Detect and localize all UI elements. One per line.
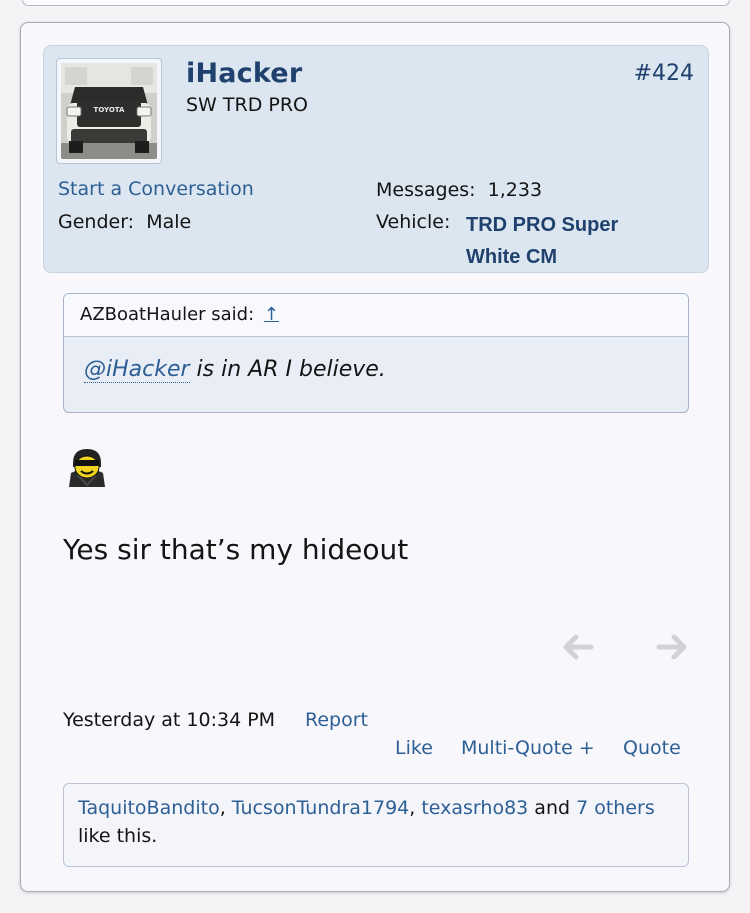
quote-jump-link[interactable]: ↑ (264, 304, 279, 325)
avatar[interactable]: TOYOTA (61, 63, 157, 159)
quote-attribution: AZBoatHauler said: ↑ (64, 294, 688, 337)
post-card: TOYOTA iHacker SW TRD PRO #424 Start a C… (20, 22, 730, 892)
gender-label: Gender: (58, 211, 135, 233)
ninja-sunglasses-smiley-icon (69, 449, 105, 487)
post-body-text: Yes sir that’s my hideout (63, 533, 409, 566)
likes-others-link[interactable]: 7 others (576, 797, 655, 819)
quoted-message: AZBoatHauler said: ↑ @iHacker is in AR I… (63, 293, 689, 413)
avatar-brand-text: TOYOTA (94, 106, 125, 114)
likes-separator: , (219, 797, 232, 819)
messages-count: 1,233 (487, 179, 543, 201)
likes-separator: , (409, 797, 422, 819)
post-author-username[interactable]: iHacker (186, 58, 302, 89)
multi-quote-button[interactable]: Multi-Quote + (461, 737, 595, 759)
gender-value: Male (146, 211, 192, 233)
vehicle-value: TRD PRO Super White CM (466, 214, 619, 268)
author-gender: Gender: Male (58, 211, 191, 233)
vehicle-label: Vehicle: (376, 211, 451, 233)
post-date[interactable]: Yesterday at 10:34 PM (63, 709, 275, 731)
quote-button[interactable]: Quote (623, 737, 681, 759)
quote-text: @iHacker is in AR I believe. (64, 337, 688, 383)
avatar-truck-photo: TOYOTA (61, 63, 157, 159)
quote-text-content: is in AR I believe. (189, 357, 386, 382)
like-button[interactable]: Like (395, 737, 433, 759)
likes-summary: TaquitoBandito, TucsonTundra1794, texasr… (63, 783, 689, 867)
previous-post-card-edge (22, 0, 730, 6)
post-author-title: SW TRD PRO (186, 94, 308, 116)
quote-author-said: AZBoatHauler said: (80, 304, 255, 325)
likes-suffix: like this. (78, 825, 158, 847)
liker-link[interactable]: texasrho83 (421, 797, 528, 819)
author-messages: Messages: 1,233 (376, 179, 542, 201)
start-conversation-link[interactable]: Start a Conversation (58, 178, 254, 200)
likes-and-text: and (528, 797, 577, 819)
user-mention-link[interactable]: @iHacker (84, 357, 190, 383)
post-number-link[interactable]: #424 (634, 61, 694, 86)
previous-arrow-icon[interactable] (561, 630, 595, 664)
messages-label: Messages: (376, 179, 476, 201)
next-arrow-icon[interactable] (655, 630, 689, 664)
report-link[interactable]: Report (305, 709, 368, 731)
liker-link[interactable]: TaquitoBandito (78, 797, 220, 819)
post-author-block: TOYOTA iHacker SW TRD PRO #424 Start a C… (43, 45, 709, 273)
liker-link[interactable]: TucsonTundra1794 (232, 797, 409, 819)
avatar-frame: TOYOTA (56, 58, 162, 164)
